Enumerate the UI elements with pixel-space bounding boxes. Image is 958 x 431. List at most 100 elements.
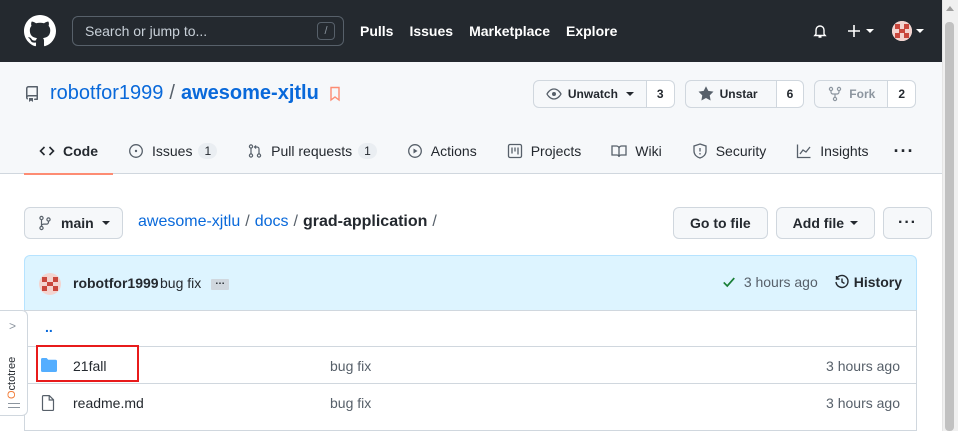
nav-marketplace[interactable]: Marketplace [469,23,550,39]
plus-icon [848,25,860,37]
file-commit-message-link[interactable]: bug fix [330,395,371,411]
file-commit-message-link[interactable]: bug fix [330,358,371,374]
branch-select-button[interactable]: main [24,207,123,239]
commit-author-link[interactable]: robotfor1999 [73,275,159,291]
scrollbar-thumb[interactable] [945,22,954,431]
tab-code[interactable]: Code [24,128,113,175]
more-options-kebab-icon[interactable]: ··· [883,207,932,239]
unwatch-button[interactable]: Unwatch [532,80,647,108]
chevron-right-icon: > [9,319,17,333]
chevron-down-icon [866,29,874,33]
file-icon [41,395,55,411]
commit-age[interactable]: 3 hours ago [744,274,818,290]
global-header: Search or jump to... / Pulls Issues Mark… [0,0,942,62]
breadcrumb-docs-link[interactable]: docs [255,213,289,231]
breadcrumb: awesome-xjtlu / docs / grad-application … [138,213,442,231]
tab-projects[interactable]: Projects [492,128,597,174]
tab-pull-requests-label: Pull requests [271,143,353,159]
scroll-up-arrow-icon[interactable] [946,6,954,11]
repo-title-separator: / [169,82,175,104]
breadcrumb-separator: / [432,213,437,230]
tab-insights-label: Insights [820,143,869,159]
parent-directory-row[interactable]: .. [25,311,916,346]
unstar-button[interactable]: Unstar [684,80,777,108]
file-name-link[interactable]: readme.md [73,395,144,411]
unstar-label: Unstar [719,87,758,101]
chevron-down-icon [101,221,110,225]
fork-group: Fork 2 [814,80,916,108]
chevron-down-icon [625,92,634,96]
file-commit-age: 3 hours ago [826,358,900,374]
page-scrollbar[interactable] [942,0,958,431]
nav-explore[interactable]: Explore [566,23,617,39]
commit-message-link[interactable]: bug fix [160,275,201,291]
eye-icon [546,88,562,100]
tab-insights[interactable]: Insights [781,128,883,174]
tab-wiki[interactable]: Wiki [596,128,676,174]
notifications-bell-icon[interactable] [812,23,828,39]
play-icon [407,144,422,158]
repo-title: robotfor1999 / awesome-xjtlu [24,82,341,105]
tab-security-label: Security [715,143,767,159]
file-commit-age: 3 hours ago [826,395,900,411]
tab-actions[interactable]: Actions [392,128,492,174]
add-file-label: Add file [792,215,845,231]
octotree-toggle[interactable]: > Octotree [0,310,28,416]
unwatch-label: Unwatch [567,87,618,101]
repo-icon [26,85,38,102]
commit-expand-ellipsis[interactable]: … [211,277,229,290]
issues-counter: 1 [198,143,218,159]
watchers-count[interactable]: 3 [646,80,675,108]
branch-name: main [61,215,94,231]
chevron-down-icon [916,29,924,33]
graph-icon [797,144,811,159]
top-nav: Pulls Issues Marketplace Explore [360,0,633,62]
book-icon [611,145,627,158]
list-item[interactable]: readme.md bug fix 3 hours ago [25,383,916,420]
user-menu-dropdown[interactable] [892,21,924,41]
file-actions: Go to file Add file ··· [665,207,932,239]
tab-issues-label: Issues [152,143,193,159]
commit-author-avatar[interactable] [39,273,61,295]
stars-count[interactable]: 6 [776,80,805,108]
repo-actions: Unwatch 3 Unstar 6 Fork 2 [523,80,916,108]
go-to-file-button[interactable]: Go to file [673,207,768,239]
nav-issues[interactable]: Issues [409,23,453,39]
create-new-dropdown[interactable] [846,23,874,39]
check-icon[interactable] [722,275,736,289]
history-link[interactable]: History [834,274,902,290]
project-icon [507,143,522,159]
tab-actions-label: Actions [430,143,477,159]
parent-directory-link[interactable]: .. [45,319,53,335]
add-file-button[interactable]: Add file [775,207,876,239]
forks-count[interactable]: 2 [888,80,916,108]
search-placeholder: Search or jump to... [85,23,208,39]
chevron-down-icon [850,221,859,225]
fork-button[interactable]: Fork [814,80,889,108]
search-input[interactable]: Search or jump to... / [72,16,344,46]
drag-handle-icon[interactable] [8,403,20,404]
tab-code-label: Code [63,143,98,159]
repo-name-link[interactable]: awesome-xjtlu [181,82,319,105]
breadcrumb-separator: / [245,213,250,230]
history-label: History [853,274,902,290]
code-icon [39,146,55,156]
repo-header: robotfor1999 / awesome-xjtlu Unwatch 3 U… [0,62,942,175]
more-tabs-kebab-icon[interactable]: ··· [884,128,925,174]
tab-issues[interactable]: Issues 1 [113,128,232,174]
octotree-label: Octotree [6,356,18,399]
breadcrumb-repo-link[interactable]: awesome-xjtlu [138,213,240,231]
fork-icon [829,86,842,102]
github-logo-icon[interactable] [24,15,56,47]
shield-icon [693,143,707,159]
tab-security[interactable]: Security [677,128,782,174]
issue-icon [129,144,143,158]
tab-pull-requests[interactable]: Pull requests 1 [232,128,392,174]
repo-owner-link[interactable]: robotfor1999 [50,82,163,105]
breadcrumb-current: grad-application [302,213,428,230]
file-list: .. 21fall bug fix 3 hours ago readme.md … [24,310,917,431]
nav-pulls[interactable]: Pulls [360,23,393,39]
watch-group: Unwatch 3 [532,80,675,108]
list-item[interactable]: 21fall bug fix 3 hours ago [25,346,916,383]
star-group: Unstar 6 [684,80,805,108]
